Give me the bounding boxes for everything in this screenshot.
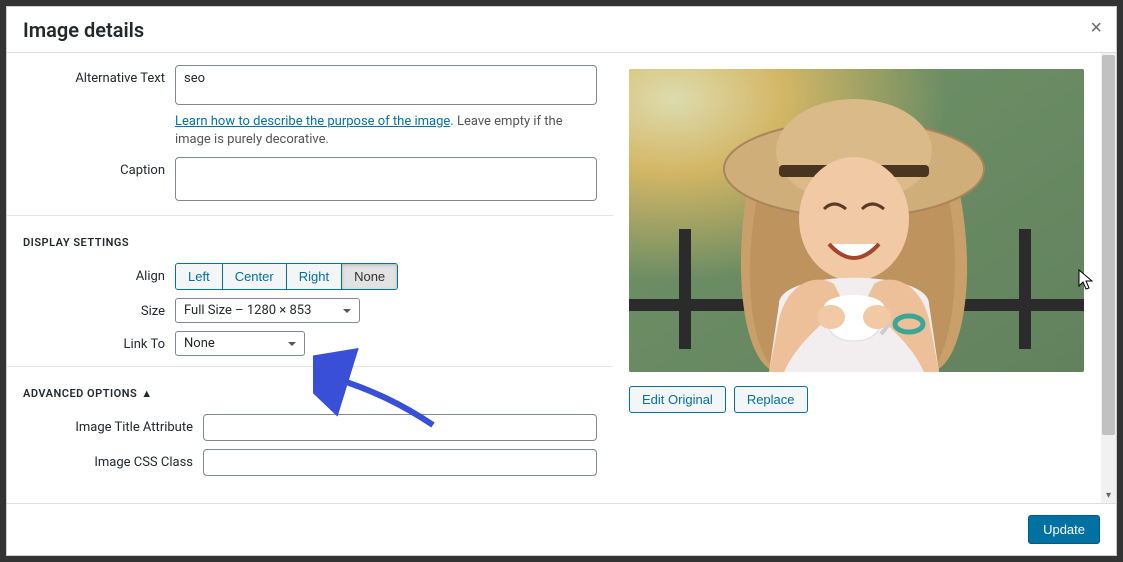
align-right-button[interactable]: Right [287, 264, 342, 289]
scroll-down-icon[interactable]: ▾ [1101, 488, 1116, 503]
caret-up-icon: ▲ [141, 387, 152, 400]
modal-backdrop: Image details × Alternative Text seo Lea… [0, 0, 1123, 562]
title-attr-label: Image Title Attribute [23, 414, 203, 441]
align-left-button[interactable]: Left [176, 264, 223, 289]
title-attr-row: Image Title Attribute [23, 414, 597, 441]
close-icon[interactable]: × [1090, 17, 1102, 40]
align-none-button[interactable]: None [342, 264, 397, 289]
modal-header: Image details × [7, 7, 1116, 53]
size-select-value: Full Size – 1280 × 853 [184, 303, 311, 318]
size-label: Size [23, 298, 175, 323]
divider [7, 366, 613, 367]
image-preview [629, 69, 1084, 372]
css-class-input[interactable] [203, 449, 597, 476]
css-class-row: Image CSS Class [23, 449, 597, 476]
align-center-button[interactable]: Center [223, 264, 287, 289]
settings-pane: Alternative Text seo Learn how to descri… [7, 53, 613, 503]
size-select[interactable]: Full Size – 1280 × 853 [175, 298, 360, 323]
alt-text-row: Alternative Text seo Learn how to descri… [23, 65, 597, 149]
divider [7, 215, 613, 216]
alt-text-label: Alternative Text [23, 65, 175, 149]
align-row: Align Left Center Right None [23, 263, 597, 290]
alt-help-text: Learn how to describe the purpose of the… [175, 113, 597, 149]
caption-row: Caption [23, 157, 597, 205]
css-class-label: Image CSS Class [23, 449, 203, 476]
link-to-row: Link To None [23, 331, 597, 356]
alt-text-input[interactable]: seo [175, 65, 597, 105]
scrollbar-track[interactable]: ▾ [1101, 53, 1116, 503]
update-button[interactable]: Update [1028, 515, 1100, 544]
advanced-options-heading[interactable]: ADVANCED OPTIONS ▲ [23, 387, 597, 400]
image-actions: Edit Original Replace [629, 386, 1098, 413]
modal-footer: Update [7, 503, 1116, 555]
modal-title: Image details [23, 18, 144, 42]
title-attr-input[interactable] [203, 414, 597, 441]
display-settings-heading: DISPLAY SETTINGS [23, 236, 597, 249]
align-label: Align [23, 263, 175, 290]
align-button-group: Left Center Right None [175, 263, 398, 290]
alt-help-link[interactable]: Learn how to describe the purpose of the… [175, 114, 450, 129]
replace-button[interactable]: Replace [734, 386, 808, 413]
link-to-label: Link To [23, 331, 175, 356]
preview-pane: Edit Original Replace ▾ [613, 53, 1116, 503]
modal-body: Alternative Text seo Learn how to descri… [7, 53, 1116, 503]
caption-label: Caption [23, 157, 175, 205]
caption-input[interactable] [175, 157, 597, 201]
link-to-select[interactable]: None [175, 331, 305, 356]
link-to-select-value: None [184, 336, 215, 351]
size-row: Size Full Size – 1280 × 853 [23, 298, 597, 323]
edit-original-button[interactable]: Edit Original [629, 386, 726, 413]
image-details-modal: Image details × Alternative Text seo Lea… [6, 6, 1117, 556]
scrollbar-thumb[interactable] [1102, 55, 1115, 435]
